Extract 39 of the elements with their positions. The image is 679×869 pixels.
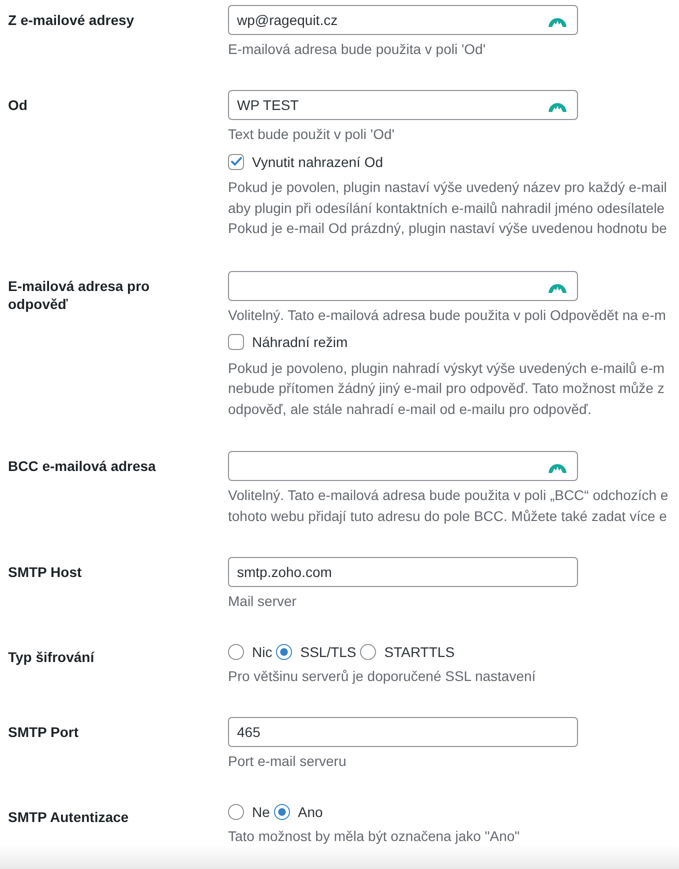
field-label: E-mailová adresa pro odpověď: [8, 276, 151, 312]
field-label: SMTP Host: [8, 563, 82, 581]
radio-button[interactable]: [228, 804, 244, 820]
help-text: Volitelný. Tato e-mailová adresa bude použita v poli Odpovědět na e-m: [228, 306, 666, 325]
radio-label[interactable]: SSL/TLS: [300, 642, 356, 662]
checkbox[interactable]: [228, 334, 244, 350]
help-text: E-mailová adresa bude použita v poli 'Od': [228, 40, 486, 59]
field-label: Typ šifrování: [8, 648, 94, 666]
field-label: Od: [8, 96, 28, 114]
field-label: Z e-mailové adresy: [8, 11, 134, 29]
help-text: Port e-mail serveru: [228, 752, 346, 771]
radio-button[interactable]: [276, 644, 292, 660]
radio-label[interactable]: Ano: [298, 802, 323, 822]
text-field[interactable]: 465: [228, 717, 578, 747]
text-field[interactable]: wp@ragequit.cz: [228, 5, 578, 35]
radio-label[interactable]: STARTTLS: [384, 642, 455, 662]
radio-button[interactable]: [228, 644, 244, 660]
text-field[interactable]: WP TEST: [228, 90, 578, 120]
text-field[interactable]: [228, 270, 578, 300]
help-text: Tato možnost by měla být označena jako "Ano": [228, 827, 520, 846]
help-text: Pro většinu serverů je doporučené SSL nastavení: [228, 667, 536, 686]
field-label: SMTP Autentizace: [8, 808, 129, 826]
radio-label[interactable]: Ne: [252, 802, 270, 822]
field-label: SMTP Port: [8, 723, 79, 741]
help-text: Pokud je povoleno, plugin nahradí výskyt výše uvedených e-mailů e-m nebude přítomen žádný jiný e-mail pro odpověď. Tato možnost může z odpověď, ale stále nahradí e-mail od e-mailu pro odpověď.: [228, 358, 665, 419]
help-text: Mail server: [228, 592, 296, 611]
radio-button[interactable]: [360, 644, 376, 660]
checkbox-label[interactable]: Náhradní režim: [252, 332, 348, 352]
radio-label[interactable]: Nic: [252, 642, 272, 662]
field-label: BCC e-mailová adresa: [8, 457, 156, 475]
checkbox-label[interactable]: Vynutit nahrazení Od: [252, 152, 384, 172]
help-text: Volitelný. Tato e-mailová adresa bude použita v poli „BCC“ odchozích e tohoto webu přidají tuto adresu do pole BCC. Můžete také zadat více e: [228, 486, 668, 526]
help-text: Pokud je povolen, plugin nastaví výše uvedený název pro každý e-mail aby plugin při odesílání kontaktních e-mailů nahradil jméno odesílatele Pokud je e-mail Od prázdný, plugin nastaví výše uvedenou hodnotu be: [228, 178, 667, 238]
checkbox[interactable]: [228, 154, 244, 170]
text-field[interactable]: smtp.zoho.com: [228, 557, 578, 587]
checkmark-icon: [230, 157, 242, 166]
text-field[interactable]: [228, 451, 578, 481]
help-text: Text bude použit v poli 'Od': [228, 125, 394, 144]
radio-button[interactable]: [274, 804, 290, 820]
